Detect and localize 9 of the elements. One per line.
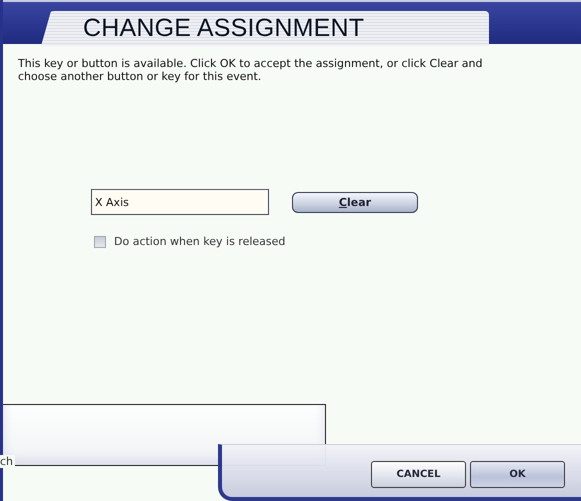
window-title: CHANGE ASSIGNMENT — [83, 14, 364, 43]
instruction-text: This key or button is available. Click OK to accept the assignment, or click Clear and choose another button or key for this event. — [18, 57, 484, 83]
cancel-button[interactable]: CANCEL — [371, 460, 466, 488]
clear-button[interactable]: Clear — [292, 192, 418, 212]
background-text: ch — [0, 455, 16, 468]
checkbox[interactable] — [94, 236, 106, 248]
checkbox-label: Do action when key is released — [114, 235, 286, 248]
input-field[interactable]: X Axis — [91, 189, 269, 215]
ok-button[interactable]: OK — [470, 460, 565, 488]
